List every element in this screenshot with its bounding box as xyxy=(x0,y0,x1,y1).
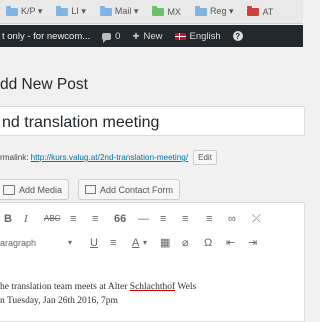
language-switcher[interactable]: English xyxy=(174,30,221,42)
content-text: Wels xyxy=(175,282,197,292)
add-contact-form-button[interactable]: Add Contact Form xyxy=(78,179,181,200)
wp-admin-bar: t only - for newcom... 0 + New English ? xyxy=(0,25,303,47)
indent-icon[interactable]: ⇥ xyxy=(248,237,257,249)
bookmark-label: MX xyxy=(167,6,181,17)
help-icon: ? xyxy=(232,31,243,41)
underline-icon[interactable]: U xyxy=(90,237,98,249)
bold-icon[interactable]: B xyxy=(4,213,12,225)
bookmark-label: K/P ▾ xyxy=(21,6,43,16)
remove-link-icon[interactable]: ⤫ xyxy=(252,213,261,225)
clear-formatting-icon[interactable]: ⌀ xyxy=(182,237,189,249)
folder-icon xyxy=(194,5,207,16)
insert-link-icon[interactable]: ∞ xyxy=(228,213,236,225)
strikethrough-icon[interactable]: ABC xyxy=(44,215,60,223)
editor-toolbar-row2: aragraph ▾ U ≡ A ▾ ▦ ⌀ Ω ⇤ ⇥ xyxy=(0,233,303,253)
permalink-edit-button[interactable]: Edit xyxy=(193,150,217,165)
bookmark-label: Reg ▾ xyxy=(209,6,234,16)
language-label: English xyxy=(189,30,221,42)
comment-bubble-icon xyxy=(102,32,112,43)
add-media-button[interactable]: Add Media xyxy=(0,179,70,200)
special-character-icon[interactable]: Ω xyxy=(204,237,212,249)
bookmark-li[interactable]: LI ▾ xyxy=(56,5,86,17)
comments-count: 0 xyxy=(115,30,121,42)
new-content-link[interactable]: + New xyxy=(132,29,162,43)
bookmark-at[interactable]: AT xyxy=(247,5,274,17)
bookmark-label: AT xyxy=(262,6,274,17)
site-title-link[interactable]: t only - for newcom... xyxy=(2,31,90,42)
add-contact-form-label: Add Contact Form xyxy=(100,184,174,195)
form-icon xyxy=(85,185,96,194)
bookmark-kp[interactable]: K/P ▾ xyxy=(6,5,43,17)
paste-text-icon[interactable]: ▦ xyxy=(160,237,170,249)
chevron-down-icon: ▾ xyxy=(143,238,148,247)
comments-link[interactable]: 0 xyxy=(102,30,121,43)
uk-flag-icon xyxy=(174,32,186,40)
flag-favicon-icon xyxy=(247,5,260,16)
horizontal-line-icon[interactable]: — xyxy=(138,213,149,225)
folder-icon xyxy=(56,5,69,16)
chevron-down-icon: ▾ xyxy=(68,238,73,247)
help-link[interactable]: ? xyxy=(232,31,243,41)
bullet-list-icon[interactable]: ≡ xyxy=(70,213,76,225)
content-line: n Tuesday, Jan 26th 2016, 7pm xyxy=(0,296,118,306)
content-misspelled-word: Schlachthof xyxy=(129,282,176,292)
favicon-icon xyxy=(152,5,165,16)
justify-icon[interactable]: ≡ xyxy=(110,237,116,249)
plus-icon: + xyxy=(132,29,140,43)
content-text: he translation team meets at Alter xyxy=(0,282,130,292)
bookmarks-bar: K/P ▾ LI ▾ Mail ▾ MX Reg ▾ AT xyxy=(0,0,303,24)
numbered-list-icon[interactable]: ≡ xyxy=(92,213,98,225)
outdent-icon[interactable]: ⇤ xyxy=(226,237,235,249)
add-media-label: Add Media xyxy=(19,184,63,195)
bookmark-label: LI ▾ xyxy=(71,6,86,16)
text-color-icon[interactable]: A xyxy=(132,237,139,249)
blockquote-icon[interactable]: 66 xyxy=(114,213,126,225)
align-center-icon[interactable]: ≡ xyxy=(182,213,188,225)
folder-icon xyxy=(6,5,18,16)
align-left-icon[interactable]: ≡ xyxy=(160,213,166,225)
media-icon xyxy=(3,184,15,195)
italic-icon[interactable]: I xyxy=(24,213,28,225)
post-title-input[interactable] xyxy=(0,112,305,134)
bookmark-label: Mail ▾ xyxy=(114,6,139,16)
editor-toolbar-row1: B I ABC ≡ ≡ 66 — ≡ ≡ ≡ ∞ ⤫ xyxy=(0,209,303,229)
post-content[interactable]: he translation team meets at Alter Schla… xyxy=(0,280,196,308)
format-select[interactable]: aragraph xyxy=(0,238,36,248)
permalink-link[interactable]: http://kurs.valug.at/2nd-translation-mee… xyxy=(31,153,188,162)
permalink-label: rmalink: xyxy=(0,153,29,162)
new-label: New xyxy=(143,30,163,42)
folder-icon xyxy=(99,5,112,16)
bookmark-reg[interactable]: Reg ▾ xyxy=(194,5,234,17)
permalink-row: rmalink: http://kurs.valug.at/2nd-transl… xyxy=(0,150,217,165)
bookmark-mail[interactable]: Mail ▾ xyxy=(99,5,139,17)
align-right-icon[interactable]: ≡ xyxy=(206,213,212,225)
page-title: dd New Post xyxy=(0,76,88,93)
bookmark-mx[interactable]: MX xyxy=(152,5,181,17)
content-line: he translation team meets at Alter Schla… xyxy=(0,280,196,294)
